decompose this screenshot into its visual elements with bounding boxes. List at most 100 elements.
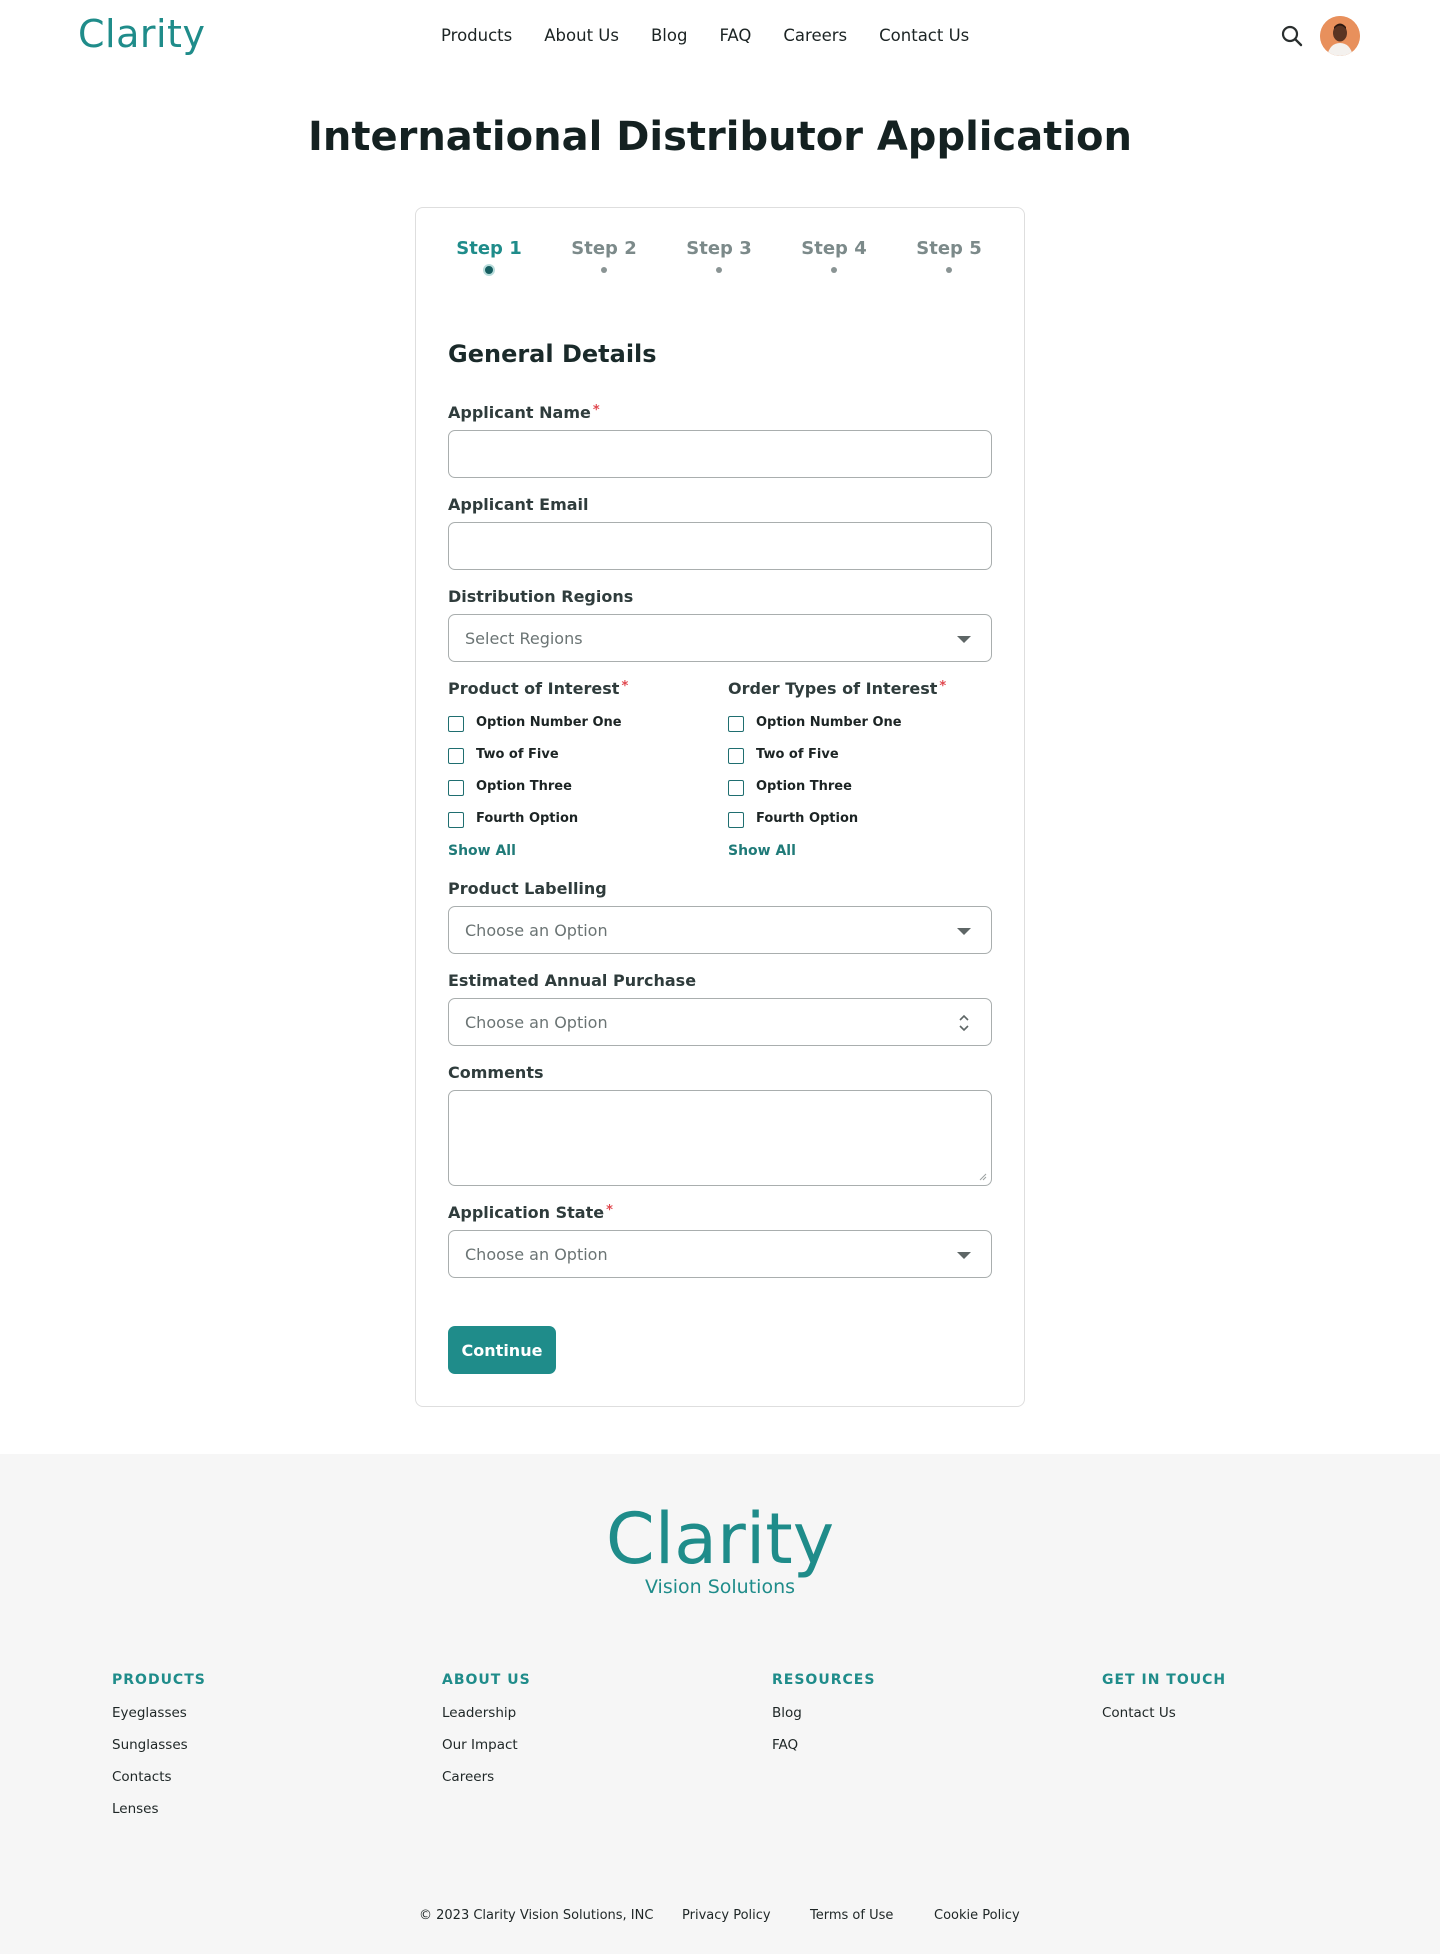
footer-link[interactable]: Sunglasses xyxy=(112,1737,352,1769)
checkbox[interactable] xyxy=(448,812,464,828)
footer-link[interactable]: Lenses xyxy=(112,1801,352,1833)
product-labelling-select[interactable]: Choose an Option xyxy=(448,906,992,954)
step-label: Step 3 xyxy=(686,238,752,259)
nav-products[interactable]: Products xyxy=(441,26,512,48)
nav-blog[interactable]: Blog xyxy=(651,26,687,48)
estimated-annual-purchase-label: Estimated Annual Purchase xyxy=(448,971,697,990)
checkbox-option[interactable]: Two of Five xyxy=(448,746,708,778)
required-marker: * xyxy=(606,1203,613,1218)
checkbox-option[interactable]: Option Three xyxy=(728,778,988,810)
checkbox[interactable] xyxy=(448,780,464,796)
order-types-options: Option Number One Two of Five Option Thr… xyxy=(728,714,988,842)
distribution-regions-label: Distribution Regions xyxy=(448,587,634,606)
site-footer: Clarity Vision Solutions PRODUCTS Eyegla… xyxy=(0,1454,1440,1954)
step-label: Step 5 xyxy=(916,238,982,259)
caret-down-icon xyxy=(957,636,971,643)
application-form-card: Step 1 Step 2 Step 3 Step 4 Step 5 Gener… xyxy=(415,207,1025,1407)
application-state-select[interactable]: Choose an Option xyxy=(448,1230,992,1278)
main-nav: Products About Us Blog FAQ Careers Conta… xyxy=(441,26,969,48)
checkbox-option[interactable]: Two of Five xyxy=(728,746,988,778)
step-indicator: Step 1 Step 2 Step 3 Step 4 Step 5 xyxy=(436,238,1006,288)
brand-logo[interactable]: Clarity xyxy=(78,12,205,56)
required-marker: * xyxy=(592,403,600,418)
step-dot xyxy=(831,267,837,273)
footer-link[interactable]: FAQ xyxy=(772,1737,1012,1769)
select-placeholder: Choose an Option xyxy=(465,1245,608,1264)
checkbox-option[interactable]: Fourth Option xyxy=(728,810,988,842)
comments-label: Comments xyxy=(448,1063,544,1082)
footer-tagline: Vision Solutions xyxy=(644,1576,796,1598)
checkbox[interactable] xyxy=(728,780,744,796)
checkbox-option[interactable]: Option Three xyxy=(448,778,708,810)
checkbox[interactable] xyxy=(728,812,744,828)
checkbox-label: Option Three xyxy=(756,779,852,794)
footer-link[interactable]: Leadership xyxy=(442,1705,682,1737)
checkbox[interactable] xyxy=(448,716,464,732)
checkbox-label: Fourth Option xyxy=(756,811,859,826)
terms-of-use-link[interactable]: Terms of Use xyxy=(810,1908,893,1923)
checkbox[interactable] xyxy=(448,748,464,764)
copyright-text: © 2023 Clarity Vision Solutions, INC xyxy=(419,1908,654,1923)
footer-column-title: PRODUCTS xyxy=(112,1672,206,1688)
caret-down-icon xyxy=(957,928,971,935)
step-5[interactable]: Step 5 xyxy=(904,238,994,273)
step-2[interactable]: Step 2 xyxy=(559,238,649,273)
footer-link[interactable]: Contact Us xyxy=(1102,1705,1342,1737)
footer-link[interactable]: Eyeglasses xyxy=(112,1705,352,1737)
label-text: Application State xyxy=(448,1203,605,1222)
estimated-annual-purchase-select[interactable]: Choose an Option xyxy=(448,998,992,1046)
product-of-interest-options: Option Number One Two of Five Option Thr… xyxy=(448,714,708,842)
checkbox-option[interactable]: Fourth Option xyxy=(448,810,708,842)
footer-column-title: RESOURCES xyxy=(772,1672,876,1688)
product-of-interest-label: Product of Interest * xyxy=(448,679,628,698)
checkbox-option[interactable]: Option Number One xyxy=(728,714,988,746)
search-icon[interactable] xyxy=(1280,24,1304,48)
checkbox-label: Fourth Option xyxy=(476,811,579,826)
cookie-policy-link[interactable]: Cookie Policy xyxy=(934,1908,1020,1923)
footer-legal-bar: © 2023 Clarity Vision Solutions, INC Pri… xyxy=(0,1908,1440,1928)
privacy-policy-link[interactable]: Privacy Policy xyxy=(682,1908,771,1923)
checkbox-option[interactable]: Option Number One xyxy=(448,714,708,746)
applicant-name-label: Applicant Name * xyxy=(448,403,600,422)
footer-link[interactable]: Our Impact xyxy=(442,1737,682,1769)
footer-link[interactable]: Careers xyxy=(442,1769,682,1801)
footer-link[interactable]: Contacts xyxy=(112,1769,352,1801)
select-placeholder: Choose an Option xyxy=(465,921,608,940)
checkbox-label: Option Number One xyxy=(476,715,622,730)
comments-textarea[interactable] xyxy=(448,1090,992,1186)
site-header: Clarity Products About Us Blog FAQ Caree… xyxy=(0,0,1440,72)
step-4[interactable]: Step 4 xyxy=(789,238,879,273)
continue-button[interactable]: Continue xyxy=(448,1326,556,1374)
footer-logo[interactable]: Clarity xyxy=(0,1504,1440,1574)
step-1[interactable]: Step 1 xyxy=(444,238,534,276)
nav-contact-us[interactable]: Contact Us xyxy=(879,26,969,48)
footer-column-products: PRODUCTS Eyeglasses Sunglasses Contacts … xyxy=(112,1672,352,1833)
checkbox[interactable] xyxy=(728,716,744,732)
nav-faq[interactable]: FAQ xyxy=(719,26,751,48)
label-text: Order Types of Interest xyxy=(728,679,938,698)
user-avatar[interactable] xyxy=(1320,16,1360,56)
applicant-email-input[interactable] xyxy=(448,522,992,570)
nav-careers[interactable]: Careers xyxy=(783,26,847,48)
product-labelling-label: Product Labelling xyxy=(448,879,607,898)
distribution-regions-select[interactable]: Select Regions xyxy=(448,614,992,662)
resize-handle-icon[interactable] xyxy=(979,1173,987,1181)
footer-link[interactable]: Blog xyxy=(772,1705,1012,1737)
section-title: General Details xyxy=(448,340,657,368)
caret-down-icon xyxy=(957,1252,971,1259)
order-types-show-all-link[interactable]: Show All xyxy=(728,843,796,859)
select-placeholder: Choose an Option xyxy=(465,1013,608,1032)
select-placeholder: Select Regions xyxy=(465,629,583,648)
label-text: Product of Interest xyxy=(448,679,620,698)
applicant-email-label: Applicant Email xyxy=(448,495,589,514)
checkbox[interactable] xyxy=(728,748,744,764)
applicant-name-input[interactable] xyxy=(448,430,992,478)
step-label: Step 4 xyxy=(801,238,867,259)
required-marker: * xyxy=(621,679,629,694)
step-3[interactable]: Step 3 xyxy=(674,238,764,273)
order-types-label: Order Types of Interest * xyxy=(728,679,946,698)
product-show-all-link[interactable]: Show All xyxy=(448,843,516,859)
footer-column-resources: RESOURCES Blog FAQ xyxy=(772,1672,1012,1769)
nav-about-us[interactable]: About Us xyxy=(544,26,619,48)
page-title: International Distributor Application xyxy=(307,114,1132,160)
